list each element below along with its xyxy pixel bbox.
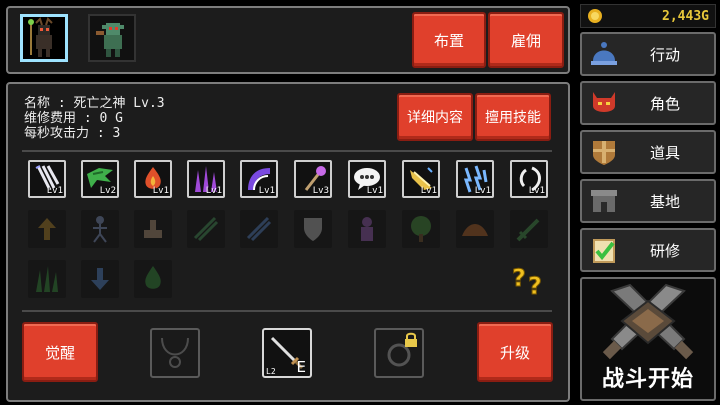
locked-skill-slot[interactable] xyxy=(348,210,386,248)
stick-figure-icon xyxy=(93,216,107,243)
menu-label: 角色 xyxy=(649,94,680,113)
menu-action[interactable]: 行动 xyxy=(580,32,716,76)
menu-label: 基地 xyxy=(649,192,680,211)
equip-level: L2 xyxy=(266,367,276,376)
anvil-icon xyxy=(144,220,162,238)
skill-slot[interactable]: Lv1 xyxy=(402,160,440,198)
locked-skill-slot[interactable] xyxy=(81,210,119,248)
chest-icon xyxy=(593,141,615,165)
hire-button[interactable]: 雇佣 xyxy=(488,12,564,68)
equip-slot-weapon[interactable]: L2 E xyxy=(262,328,312,378)
equip-slot-ring[interactable] xyxy=(374,328,424,378)
arrow-up-icon xyxy=(38,218,56,240)
locked-skill-slot[interactable] xyxy=(187,210,225,248)
locked-skill-slot[interactable] xyxy=(402,210,440,248)
skill-slot[interactable]: Lv1 xyxy=(134,160,172,198)
character-upkeep: 维修费用 : 0 G xyxy=(24,111,123,126)
arrow-down-icon xyxy=(91,268,109,290)
character-attack: 每秒攻击力 : 3 xyxy=(24,126,121,141)
locked-skill-slot[interactable] xyxy=(510,210,548,248)
details-button[interactable]: 详细内容 xyxy=(397,93,473,141)
menu-label: 行动 xyxy=(649,45,680,64)
svg-text:?: ? xyxy=(528,272,542,298)
menu-base[interactable]: 基地 xyxy=(580,179,716,223)
gold-display: 2,443G xyxy=(580,4,716,28)
use-skill-button[interactable]: 擅用技能 xyxy=(475,93,551,141)
character-name: 名称 : 死亡之神 Lv.3 xyxy=(24,96,165,111)
green-tree-icon xyxy=(411,216,431,242)
skill-slot[interactable]: Lv1 xyxy=(348,160,386,198)
necklace-icon xyxy=(161,337,189,368)
brown-wave-icon xyxy=(462,224,488,236)
skill-slot[interactable]: Lv1 xyxy=(510,160,548,198)
portrait-goblin[interactable] xyxy=(88,14,136,62)
gold-coin-icon xyxy=(588,9,602,23)
helmet-icon xyxy=(591,42,617,65)
locked-skill-slot[interactable] xyxy=(240,210,278,248)
battle-start-label: 战斗开始 xyxy=(601,367,694,392)
skill-slot[interactable]: Lv1 xyxy=(456,160,494,198)
equip-slot-necklace[interactable] xyxy=(150,328,200,378)
locked-skill-slot[interactable] xyxy=(456,210,494,248)
locked-skill-slot[interactable] xyxy=(81,260,119,298)
demon-mask-icon xyxy=(593,92,615,112)
skill-level: Lv1 xyxy=(46,186,63,196)
gold-amount: 2,443G xyxy=(662,8,709,24)
lock-icon xyxy=(405,332,417,347)
locked-skill-slot[interactable] xyxy=(28,260,66,298)
divider-top xyxy=(22,150,552,152)
skill-slot[interactable]: Lv1 xyxy=(240,160,278,198)
skill-level: Lv1 xyxy=(420,186,437,196)
skill-slot[interactable]: Lv3 xyxy=(294,160,332,198)
menu-label: 研修 xyxy=(649,241,680,260)
portrait-death-god[interactable] xyxy=(20,14,68,62)
grass-icon xyxy=(36,266,58,292)
skill-level: Lv1 xyxy=(366,186,383,196)
deploy-button[interactable]: 布置 xyxy=(412,12,486,68)
menu-label: 道具 xyxy=(649,143,680,162)
shield-icon xyxy=(304,218,322,241)
upgrade-button[interactable]: 升级 xyxy=(477,322,553,382)
locked-skill-slot[interactable] xyxy=(294,210,332,248)
skill-level: Lv1 xyxy=(474,186,491,196)
purple-figure-icon xyxy=(361,217,373,241)
death-god-portrait-icon xyxy=(28,17,53,57)
skill-slot[interactable]: Lv1 xyxy=(28,160,66,198)
skill-slot[interactable]: Lv2 xyxy=(81,160,119,198)
locked-skill-slot[interactable] xyxy=(134,210,172,248)
goblin-portrait-icon xyxy=(96,23,124,57)
awaken-button[interactable]: 觉醒 xyxy=(22,322,98,382)
svg-text:?: ? xyxy=(512,264,526,292)
divider-bottom xyxy=(22,310,552,312)
locked-skill-slot[interactable] xyxy=(28,210,66,248)
question-marks-icon: ? ? xyxy=(512,264,543,301)
green-sword-icon xyxy=(516,218,540,242)
skill-level: Lv1 xyxy=(258,186,275,196)
battle-start-button[interactable]: 战斗开始 xyxy=(580,277,716,401)
skill-slot[interactable]: Lv1 xyxy=(187,160,225,198)
green-drop-icon xyxy=(145,266,161,289)
locked-skill-slot[interactable] xyxy=(134,260,172,298)
menu-research[interactable]: 研修 xyxy=(580,228,716,272)
help-button[interactable]: ? ? xyxy=(512,262,552,301)
skill-level: Lv1 xyxy=(205,186,222,196)
menu-character[interactable]: 角色 xyxy=(580,81,716,125)
skill-level: Lv1 xyxy=(528,186,545,196)
equipped-tag: E xyxy=(296,358,306,376)
skill-level: Lv3 xyxy=(312,186,329,196)
research-check-icon xyxy=(593,239,615,263)
blue-arrows-icon xyxy=(246,216,272,242)
green-arrows-icon xyxy=(193,216,219,242)
skill-level: Lv1 xyxy=(152,186,169,196)
base-icon xyxy=(591,190,617,212)
skill-level: Lv2 xyxy=(99,186,116,196)
menu-items[interactable]: 道具 xyxy=(580,130,716,174)
